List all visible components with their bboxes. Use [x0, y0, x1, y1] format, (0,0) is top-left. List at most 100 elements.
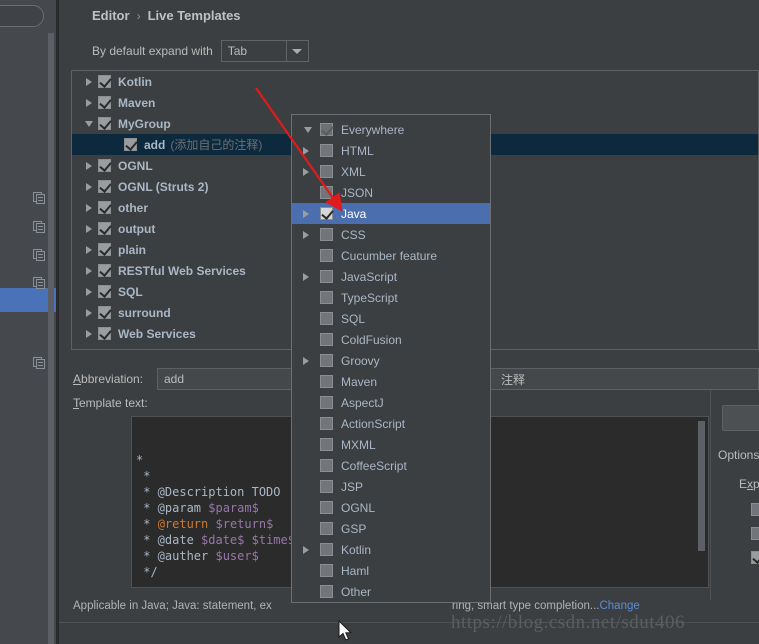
- popup-row-checkbox[interactable]: [320, 375, 333, 388]
- tree-row-checkbox[interactable]: [98, 159, 111, 172]
- popup-row[interactable]: Java: [292, 203, 490, 224]
- chevron-right-icon[interactable]: [80, 98, 98, 107]
- popup-row[interactable]: ColdFusion: [292, 329, 490, 350]
- popup-row[interactable]: CSS: [292, 224, 490, 245]
- tree-row[interactable]: Maven: [72, 92, 758, 113]
- chevron-down-icon[interactable]: [285, 41, 308, 61]
- popup-row[interactable]: GSP: [292, 518, 490, 539]
- popup-row-label: Groovy: [341, 353, 380, 368]
- tree-row-checkbox[interactable]: [98, 264, 111, 277]
- popup-row[interactable]: Groovy: [292, 350, 490, 371]
- popup-row[interactable]: XML: [292, 161, 490, 182]
- chevron-right-icon[interactable]: [292, 146, 320, 155]
- tree-row-checkbox[interactable]: [98, 180, 111, 193]
- popup-row-checkbox[interactable]: [320, 249, 333, 262]
- popup-row[interactable]: Haml: [292, 560, 490, 581]
- tree-row-checkbox[interactable]: [98, 117, 111, 130]
- chevron-right-icon[interactable]: [80, 161, 98, 170]
- abbreviation-value: add: [164, 372, 185, 386]
- popup-row-checkbox[interactable]: [320, 417, 333, 430]
- popup-row[interactable]: MXML: [292, 434, 490, 455]
- popup-row-checkbox[interactable]: [320, 543, 333, 556]
- chevron-right-icon[interactable]: [292, 167, 320, 176]
- popup-row[interactable]: OGNL: [292, 497, 490, 518]
- popup-row-label: TypeScript: [341, 290, 398, 305]
- popup-row-checkbox[interactable]: [320, 564, 333, 577]
- expand-key-combobox[interactable]: Tab: [220, 40, 309, 62]
- option-checkbox-2[interactable]: [751, 527, 759, 540]
- chevron-right-icon[interactable]: [292, 545, 320, 554]
- popup-row-checkbox[interactable]: [320, 165, 333, 178]
- popup-row[interactable]: TypeScript: [292, 287, 490, 308]
- option-checkbox-1[interactable]: [751, 503, 759, 516]
- chevron-right-icon[interactable]: [80, 245, 98, 254]
- settings-search-input[interactable]: [0, 5, 44, 27]
- popup-row-checkbox[interactable]: [320, 186, 333, 199]
- chevron-right-icon[interactable]: [80, 182, 98, 191]
- editor-scrollbar[interactable]: [698, 421, 705, 551]
- popup-row-checkbox[interactable]: [320, 270, 333, 283]
- chevron-right-icon[interactable]: [292, 209, 320, 218]
- popup-row[interactable]: HTML: [292, 140, 490, 161]
- chevron-down-icon[interactable]: [80, 120, 98, 127]
- popup-row[interactable]: JSP: [292, 476, 490, 497]
- popup-row-checkbox[interactable]: [320, 396, 333, 409]
- options-title: Options: [718, 448, 759, 462]
- chevron-right-icon[interactable]: [80, 266, 98, 275]
- popup-row[interactable]: Everywhere: [292, 119, 490, 140]
- chevron-right-icon[interactable]: [292, 356, 320, 365]
- chevron-right-icon[interactable]: [80, 308, 98, 317]
- template-context-popup[interactable]: Everywhere HTML XML JSON Java CSS Cucumber fea…: [291, 114, 491, 603]
- popup-row-checkbox[interactable]: [320, 501, 333, 514]
- popup-row-checkbox[interactable]: [320, 144, 333, 157]
- popup-row[interactable]: Kotlin: [292, 539, 490, 560]
- chevron-right-icon[interactable]: [80, 77, 98, 86]
- tree-row-checkbox[interactable]: [98, 285, 111, 298]
- popup-row[interactable]: Maven: [292, 371, 490, 392]
- tree-row-checkbox[interactable]: [98, 327, 111, 340]
- popup-row-checkbox[interactable]: [320, 480, 333, 493]
- popup-row[interactable]: SQL: [292, 308, 490, 329]
- settings-categories-sidebar[interactable]: [0, 0, 58, 644]
- popup-row-checkbox[interactable]: [320, 354, 333, 367]
- popup-row-checkbox[interactable]: [320, 312, 333, 325]
- tree-row-checkbox[interactable]: [98, 96, 111, 109]
- popup-row-checkbox[interactable]: [320, 585, 333, 598]
- popup-row-checkbox[interactable]: [320, 228, 333, 241]
- popup-row-checkbox[interactable]: [320, 459, 333, 472]
- chevron-right-icon[interactable]: [80, 224, 98, 233]
- popup-row-checkbox[interactable]: [320, 438, 333, 451]
- popup-row-checkbox[interactable]: [320, 522, 333, 535]
- option-checkbox-3[interactable]: [751, 551, 759, 564]
- tree-row[interactable]: Kotlin: [72, 71, 758, 92]
- popup-row-checkbox[interactable]: [320, 291, 333, 304]
- popup-row[interactable]: CoffeeScript: [292, 455, 490, 476]
- popup-row-label: MXML: [341, 437, 376, 452]
- popup-row[interactable]: JavaScript: [292, 266, 490, 287]
- expand-with-label: Expa: [739, 477, 759, 491]
- tree-row-checkbox[interactable]: [98, 306, 111, 319]
- tree-row-checkbox[interactable]: [98, 75, 111, 88]
- popup-row-checkbox[interactable]: [320, 123, 333, 136]
- chevron-right-icon[interactable]: [80, 329, 98, 338]
- sidebar-scrollbar[interactable]: [48, 33, 54, 644]
- popup-row[interactable]: AspectJ: [292, 392, 490, 413]
- chevron-right-icon[interactable]: [292, 272, 320, 281]
- popup-row[interactable]: ActionScript: [292, 413, 490, 434]
- tree-row-checkbox[interactable]: [98, 222, 111, 235]
- chevron-right-icon[interactable]: [80, 287, 98, 296]
- popup-row-checkbox[interactable]: [320, 333, 333, 346]
- breadcrumb-parent[interactable]: Editor: [92, 8, 130, 23]
- change-context-link[interactable]: Change: [599, 600, 639, 612]
- edit-variables-button[interactable]: [722, 405, 759, 431]
- popup-row-checkbox[interactable]: [320, 207, 333, 220]
- tree-row-checkbox[interactable]: [98, 201, 111, 214]
- chevron-right-icon[interactable]: [80, 203, 98, 212]
- tree-row-checkbox[interactable]: [98, 243, 111, 256]
- tree-row-checkbox[interactable]: [124, 138, 137, 151]
- popup-row[interactable]: Other: [292, 581, 490, 602]
- chevron-right-icon[interactable]: [292, 230, 320, 239]
- popup-row[interactable]: Cucumber feature: [292, 245, 490, 266]
- popup-row[interactable]: JSON: [292, 182, 490, 203]
- chevron-down-icon[interactable]: [296, 126, 320, 133]
